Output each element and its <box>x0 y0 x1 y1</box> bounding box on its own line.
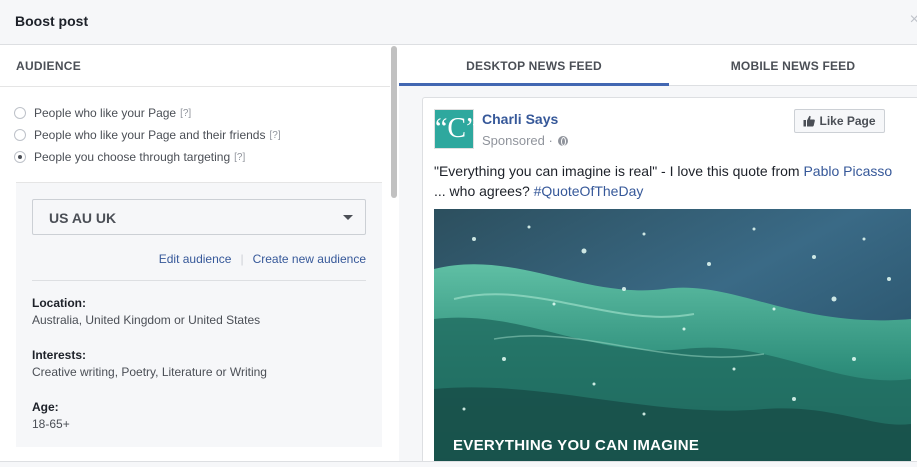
page-name-link[interactable]: Charli Says <box>482 111 558 127</box>
close-icon[interactable]: × <box>910 11 917 29</box>
preview-panel: DESKTOP NEWS FEED MOBILE NEWS FEED “C” C… <box>399 46 917 467</box>
audience-option-targeting[interactable]: People you choose through targeting [?] <box>14 149 245 165</box>
interests-label: Interests: <box>32 348 87 362</box>
location-value: Australia, United Kingdom or United Stat… <box>32 313 261 327</box>
link-separator: | <box>240 252 244 266</box>
post-message: "Everything you can imagine is real" - I… <box>434 161 909 201</box>
thumbs-up-icon <box>803 115 816 127</box>
help-icon[interactable]: [?] <box>180 108 191 119</box>
location-label: Location: <box>32 296 86 310</box>
image-caption: EVERYTHING YOU CAN IMAGINE <box>453 437 700 454</box>
edit-audience-link[interactable]: Edit audience <box>159 252 232 266</box>
audience-option-label: People you choose through targeting <box>34 150 231 164</box>
post-text-part-2: ... who agrees? <box>434 183 534 199</box>
age-value: 18-65+ <box>32 417 70 431</box>
interests-value: Creative writing, Poetry, Literature or … <box>32 365 267 379</box>
audience-header: AUDIENCE <box>0 46 397 87</box>
boost-post-dialog: Boost post × AUDIENCE People who like yo… <box>0 0 917 467</box>
audience-select-value: US AU UK <box>49 210 117 226</box>
dialog-footer <box>0 461 917 467</box>
water-image <box>434 209 911 466</box>
help-icon[interactable]: [?] <box>234 152 245 163</box>
audience-option-label: People who like your Page <box>34 106 177 120</box>
radio-button[interactable] <box>14 107 26 119</box>
dialog-title: Boost post <box>15 13 89 29</box>
audience-heading: AUDIENCE <box>16 59 82 73</box>
sponsored-label: Sponsored · <box>482 133 568 148</box>
age-label: Age: <box>32 400 59 414</box>
like-page-button[interactable]: Like Page <box>794 109 885 133</box>
radio-button-selected[interactable] <box>14 151 26 163</box>
scrollbar-thumb[interactable] <box>391 46 397 198</box>
preview-tabs: DESKTOP NEWS FEED MOBILE NEWS FEED <box>399 46 917 86</box>
hashtag-link[interactable]: #QuoteOfTheDay <box>534 183 644 199</box>
audience-select[interactable]: US AU UK <box>32 199 366 235</box>
scrollbar[interactable] <box>390 46 398 467</box>
sponsored-text: Sponsored · <box>482 133 553 148</box>
chevron-down-icon <box>343 215 353 220</box>
audience-option-page-likes[interactable]: People who like your Page [?] <box>14 105 191 121</box>
audience-option-label: People who like your Page and their frie… <box>34 128 266 142</box>
like-page-label: Like Page <box>819 114 876 128</box>
help-icon[interactable]: [?] <box>269 130 280 141</box>
mention-link[interactable]: Pablo Picasso <box>803 163 892 179</box>
dialog-header: Boost post × <box>0 0 917 45</box>
audience-option-page-likes-friends[interactable]: People who like your Page and their frie… <box>14 127 281 143</box>
divider <box>32 280 366 281</box>
post-text-part-1: "Everything you can imagine is real" - I… <box>434 163 804 179</box>
targeting-box: US AU UK Edit audience | Create new audi… <box>16 182 382 447</box>
audience-links: Edit audience | Create new audience <box>159 252 366 266</box>
globe-icon <box>557 135 568 146</box>
tab-mobile-news-feed[interactable]: MOBILE NEWS FEED <box>669 46 917 86</box>
post-image[interactable]: EVERYTHING YOU CAN IMAGINE <box>434 209 911 466</box>
radio-button[interactable] <box>14 129 26 141</box>
audience-panel: AUDIENCE People who like your Page [?] P… <box>0 46 398 467</box>
create-audience-link[interactable]: Create new audience <box>253 252 366 266</box>
page-avatar[interactable]: “C” <box>434 109 479 149</box>
tab-desktop-news-feed[interactable]: DESKTOP NEWS FEED <box>399 46 669 86</box>
post-preview: “C” Charli Says Sponsored · Like Page "E… <box>422 97 917 467</box>
